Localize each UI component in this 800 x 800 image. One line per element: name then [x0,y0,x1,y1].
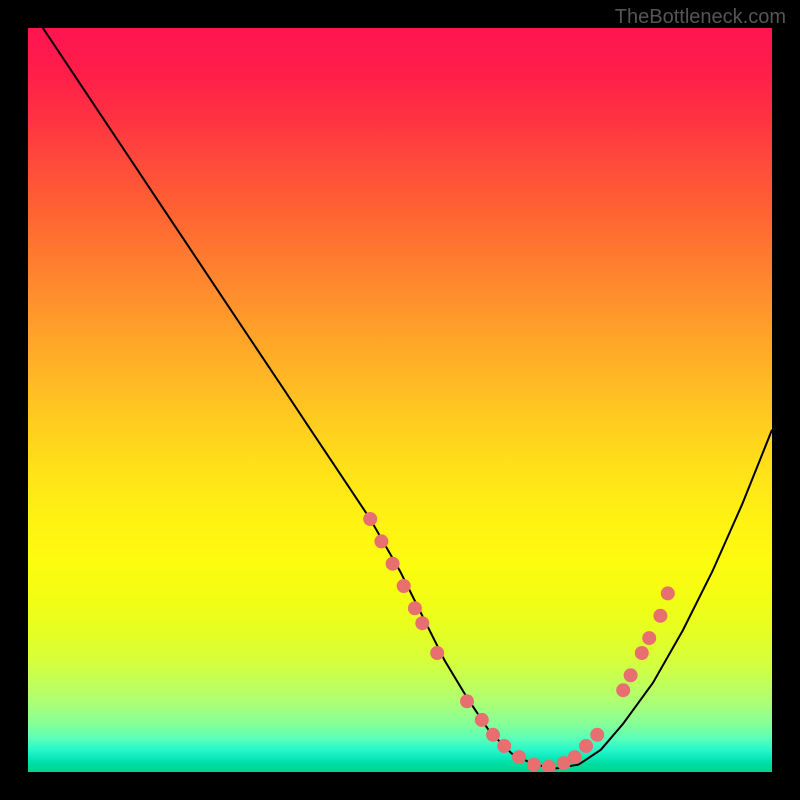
data-marker [397,579,411,593]
data-marker [475,713,489,727]
data-marker [408,601,422,615]
data-marker [415,616,429,630]
data-marker [374,534,388,548]
data-marker [386,557,400,571]
data-marker [460,694,474,708]
plot-area [28,28,772,772]
data-marker [653,609,667,623]
data-marker [542,760,556,772]
data-marker [363,512,377,526]
marker-group [363,512,675,772]
data-marker [568,750,582,764]
data-marker [616,683,630,697]
data-marker [527,758,541,772]
data-marker [430,646,444,660]
chart-overlay [28,28,772,772]
data-marker [624,668,638,682]
data-marker [579,739,593,753]
watermark-text: TheBottleneck.com [615,6,786,29]
data-marker [642,631,656,645]
data-marker [486,728,500,742]
data-marker [661,586,675,600]
data-marker [497,739,511,753]
data-marker [635,646,649,660]
bottleneck-curve [43,28,772,768]
data-marker [512,750,526,764]
data-marker [590,728,604,742]
